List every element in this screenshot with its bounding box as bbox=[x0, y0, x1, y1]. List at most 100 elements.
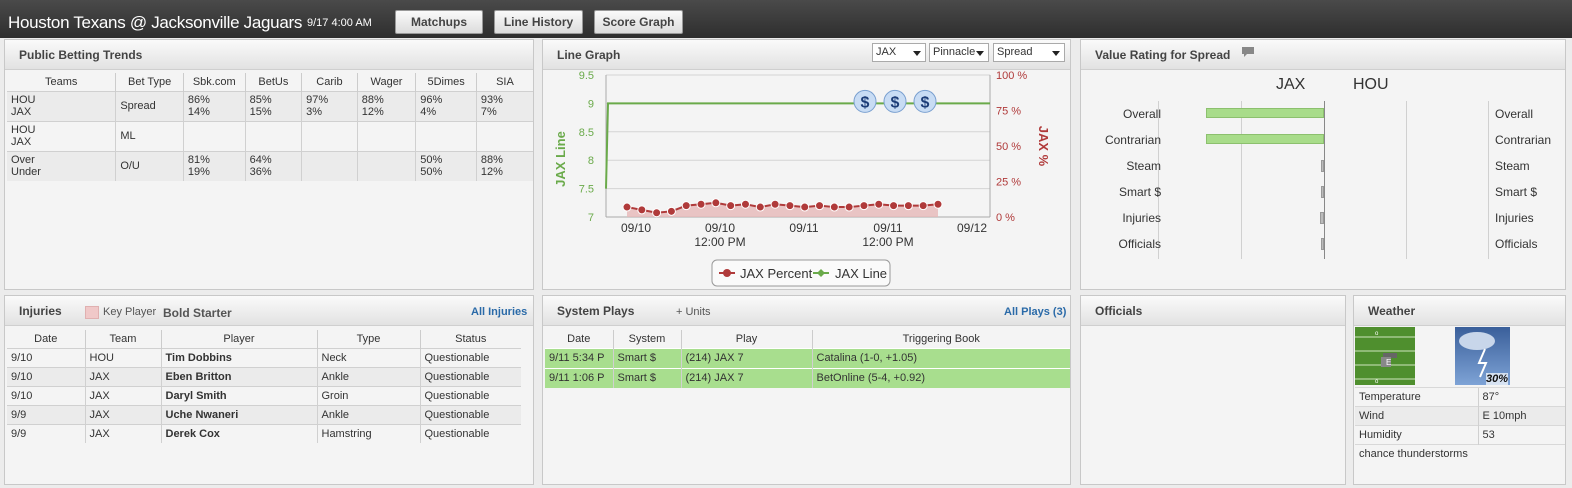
rating-label-left: Steam bbox=[1126, 159, 1161, 173]
rating-label-left: Smart $ bbox=[1118, 185, 1161, 199]
percent-point[interactable] bbox=[622, 202, 632, 212]
percent-cell: 96% 4% bbox=[415, 90, 477, 121]
percent-point[interactable] bbox=[726, 201, 736, 211]
column-header: Teams bbox=[7, 73, 116, 91]
matchups-button[interactable]: Matchups bbox=[395, 10, 483, 34]
book-select[interactable]: Pinnacle bbox=[929, 43, 989, 62]
team-right-label: HOU bbox=[1353, 76, 1389, 93]
rating-gridline bbox=[1488, 101, 1489, 259]
system-plays-panel: System Plays + Units All Plays (3) Date S… bbox=[542, 295, 1071, 485]
percent-point[interactable] bbox=[681, 201, 691, 211]
percent-value: 81% bbox=[187, 154, 210, 167]
rating-label-left: Overall bbox=[1122, 107, 1161, 121]
weather-label: Humidity bbox=[1355, 425, 1478, 445]
bet-type-cell: O/U bbox=[115, 150, 184, 181]
weather-table: Temperature 87° Wind E 10mph Humidity 53 chanc… bbox=[1355, 387, 1565, 464]
player-cell[interactable]: Derek Cox bbox=[160, 423, 317, 443]
system-play-row[interactable]: 9/11 5:34 P Smart $ (214) JAX 7 Catalina (1… bbox=[545, 347, 1070, 368]
injury-row: 9/10 JAX Daryl Smith Groin Questionable bbox=[7, 385, 521, 405]
bet-type-select[interactable]: Spread bbox=[993, 43, 1065, 62]
value-rating-panel: Value Rating for Spread JAX HOU Overall Ove… bbox=[1080, 39, 1566, 290]
column-header: Date bbox=[545, 330, 613, 348]
all-injuries-link[interactable]: All Injuries bbox=[471, 306, 527, 318]
play-cell: (214) JAX 7 bbox=[680, 367, 812, 388]
percent-cell: 50% 50% bbox=[415, 150, 477, 181]
percent-cell bbox=[475, 120, 533, 151]
weather-value: 87° bbox=[1477, 387, 1565, 407]
rating-gridline bbox=[1406, 101, 1407, 259]
percent-point[interactable] bbox=[770, 199, 780, 209]
svg-text:E: E bbox=[1386, 358, 1391, 367]
percent-point[interactable] bbox=[800, 202, 810, 212]
y-tick-label: 9 bbox=[588, 98, 594, 110]
rating-gridline bbox=[1158, 101, 1159, 259]
column-header: System bbox=[612, 330, 681, 348]
weather-row: Humidity 53 bbox=[1355, 425, 1565, 445]
x-tick-sublabel: 12:00 PM bbox=[862, 235, 913, 249]
percent-point[interactable] bbox=[637, 205, 647, 215]
player-cell[interactable]: Uche Nwaneri bbox=[160, 404, 317, 424]
system-plays-table: Date System Play Triggering Book 9/11 5:34 … bbox=[545, 330, 1070, 388]
percent-point[interactable] bbox=[711, 198, 721, 208]
team-cell: JAX bbox=[84, 385, 161, 405]
percent-point[interactable] bbox=[666, 206, 676, 216]
player-cell[interactable]: Eben Britton bbox=[160, 366, 317, 386]
team-select[interactable]: JAX bbox=[872, 43, 926, 62]
percent-value: 4% bbox=[420, 106, 437, 118]
bet-type-cell: Spread bbox=[115, 90, 184, 121]
percent-point[interactable] bbox=[933, 199, 943, 209]
column-header: Status bbox=[419, 330, 521, 348]
percent-value: 86% bbox=[187, 94, 210, 106]
chevron-down-icon bbox=[1052, 51, 1060, 56]
column-header: SIA bbox=[475, 73, 533, 91]
team-name: JAX bbox=[11, 106, 32, 118]
percent-point[interactable] bbox=[844, 202, 854, 212]
player-cell[interactable]: Daryl Smith bbox=[160, 385, 317, 405]
rating-bar bbox=[1206, 134, 1324, 144]
percent-cell bbox=[244, 120, 302, 151]
percent-point[interactable] bbox=[696, 199, 706, 209]
all-plays-link[interactable]: All Plays (3) bbox=[1004, 306, 1066, 318]
y2-tick-label: 50 % bbox=[996, 141, 1021, 153]
injury-row: 9/9 JAX Uche Nwaneri Ankle Questionable bbox=[7, 404, 521, 424]
team-name: Under bbox=[11, 166, 41, 179]
x-tick-sublabel: 12:00 PM bbox=[694, 235, 745, 249]
percent-point[interactable] bbox=[874, 199, 884, 209]
percent-cell bbox=[356, 120, 416, 151]
date-cell: 9/9 bbox=[7, 423, 85, 443]
precip-chance: 30% bbox=[1485, 373, 1508, 385]
weather-value: 53 bbox=[1477, 425, 1565, 445]
book-cell: BetOnline (5-4, +0.92) bbox=[811, 367, 1070, 388]
percent-point[interactable] bbox=[755, 202, 765, 212]
game-time: 9/17 4:00 AM bbox=[307, 17, 372, 29]
units-toggle[interactable]: + Units bbox=[676, 306, 711, 318]
percent-cell: 86% 14% bbox=[182, 90, 246, 121]
team-left-label: JAX bbox=[1276, 76, 1306, 93]
percent-point[interactable] bbox=[740, 199, 750, 209]
percent-point[interactable] bbox=[829, 202, 839, 212]
percent-point[interactable] bbox=[903, 201, 913, 211]
percent-point[interactable] bbox=[859, 201, 869, 211]
system-play-row[interactable]: 9/11 1:06 P Smart $ (214) JAX 7 BetOnline (… bbox=[545, 367, 1070, 388]
thunderstorm-icon: 30% bbox=[1455, 327, 1510, 385]
column-header: Play bbox=[680, 330, 812, 348]
percent-point[interactable] bbox=[889, 201, 899, 211]
percent-point[interactable] bbox=[815, 201, 825, 211]
y2-tick-label: 25 % bbox=[996, 177, 1021, 189]
percent-point[interactable] bbox=[785, 201, 795, 211]
column-header: Player bbox=[160, 330, 317, 348]
rating-bar bbox=[1321, 238, 1324, 250]
percent-point[interactable] bbox=[652, 208, 662, 218]
percent-point[interactable] bbox=[918, 201, 928, 211]
line-history-button[interactable]: Line History bbox=[494, 10, 583, 34]
x-tick-label: 09/10 bbox=[621, 221, 651, 235]
score-graph-button[interactable]: Score Graph bbox=[594, 10, 683, 34]
key-player-swatch bbox=[85, 306, 99, 319]
rating-bar bbox=[1320, 212, 1324, 224]
player-cell[interactable]: Tim Dobbins bbox=[160, 347, 317, 367]
x-tick-label: 09/11 bbox=[789, 221, 818, 235]
percent-value: 88% bbox=[361, 94, 384, 106]
chart-legend[interactable]: JAX Percent JAX Line bbox=[711, 259, 891, 287]
dollar-marker-label: $ bbox=[921, 94, 930, 111]
injury-type-cell: Groin bbox=[316, 385, 420, 405]
